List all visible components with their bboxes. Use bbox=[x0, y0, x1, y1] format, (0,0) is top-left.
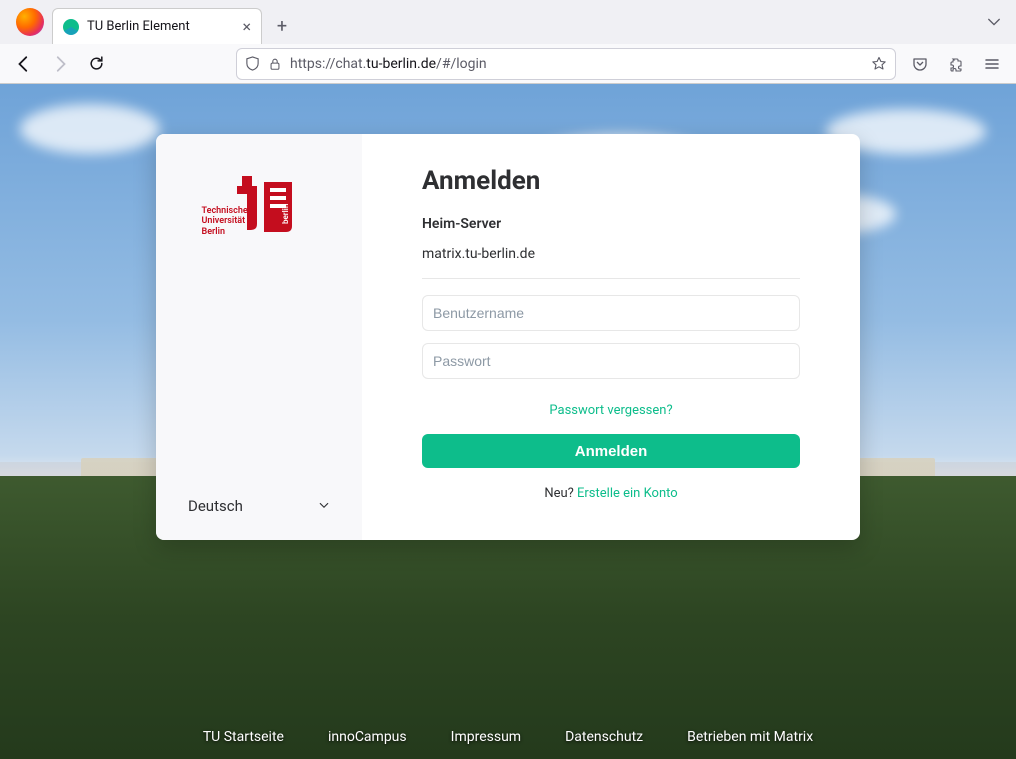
homeserver-value: matrix.tu-berlin.de bbox=[422, 246, 800, 279]
url-text: https://chat.tu-berlin.de/#/login bbox=[290, 56, 863, 72]
element-favicon-icon bbox=[63, 19, 79, 35]
footer-link[interactable]: TU Startseite bbox=[203, 729, 284, 745]
username-input[interactable] bbox=[422, 295, 800, 331]
footer-link[interactable]: Betrieben mit Matrix bbox=[687, 729, 813, 745]
login-heading: Anmelden bbox=[422, 166, 800, 196]
pocket-icon[interactable] bbox=[904, 48, 936, 80]
page-content: berlin Technische Universität Berlin Deu… bbox=[0, 84, 1016, 759]
signup-row: Neu? Erstelle ein Konto bbox=[422, 486, 800, 501]
login-submit-button[interactable]: Anmelden bbox=[422, 434, 800, 468]
footer-link[interactable]: innoCampus bbox=[328, 729, 407, 745]
tu-berlin-logo: berlin Technische Universität Berlin bbox=[202, 174, 317, 234]
logo-text: Technische Universität Berlin bbox=[202, 206, 248, 237]
lock-icon[interactable] bbox=[268, 57, 282, 71]
browser-tabbar: TU Berlin Element × + bbox=[0, 0, 1016, 44]
bookmark-star-icon[interactable] bbox=[871, 56, 887, 72]
browser-tab[interactable]: TU Berlin Element × bbox=[52, 8, 262, 44]
reload-button[interactable] bbox=[80, 48, 112, 80]
card-sidebar: berlin Technische Universität Berlin Deu… bbox=[156, 134, 362, 540]
tab-title: TU Berlin Element bbox=[87, 19, 234, 34]
forgot-password-link[interactable]: Passwort vergessen? bbox=[422, 403, 800, 418]
browser-toolbar: https://chat.tu-berlin.de/#/login bbox=[0, 44, 1016, 84]
language-label: Deutsch bbox=[188, 497, 243, 515]
cloud-decoration bbox=[20, 104, 160, 154]
login-form: Anmelden Heim-Server matrix.tu-berlin.de… bbox=[362, 134, 860, 540]
footer-links: TU Startseite innoCampus Impressum Daten… bbox=[0, 729, 1016, 745]
language-selector[interactable]: Deutsch bbox=[188, 488, 330, 524]
firefox-logo-icon bbox=[16, 8, 44, 36]
chevron-down-icon bbox=[318, 497, 330, 515]
forward-button bbox=[44, 48, 76, 80]
shield-icon[interactable] bbox=[245, 56, 260, 71]
close-tab-icon[interactable]: × bbox=[242, 17, 251, 36]
url-bar[interactable]: https://chat.tu-berlin.de/#/login bbox=[236, 48, 896, 80]
extensions-icon[interactable] bbox=[940, 48, 972, 80]
create-account-link[interactable]: Erstelle ein Konto bbox=[577, 486, 678, 501]
password-input[interactable] bbox=[422, 343, 800, 379]
homeserver-label: Heim-Server bbox=[422, 216, 800, 232]
login-card: berlin Technische Universität Berlin Deu… bbox=[156, 134, 860, 540]
footer-link[interactable]: Impressum bbox=[451, 729, 521, 745]
svg-text:berlin: berlin bbox=[281, 203, 290, 224]
back-button[interactable] bbox=[8, 48, 40, 80]
signup-prefix: Neu? bbox=[544, 486, 577, 501]
footer-link[interactable]: Datenschutz bbox=[565, 729, 643, 745]
tabs-dropdown-icon[interactable] bbox=[980, 8, 1008, 36]
menu-icon[interactable] bbox=[976, 48, 1008, 80]
new-tab-button[interactable]: + bbox=[268, 12, 296, 40]
